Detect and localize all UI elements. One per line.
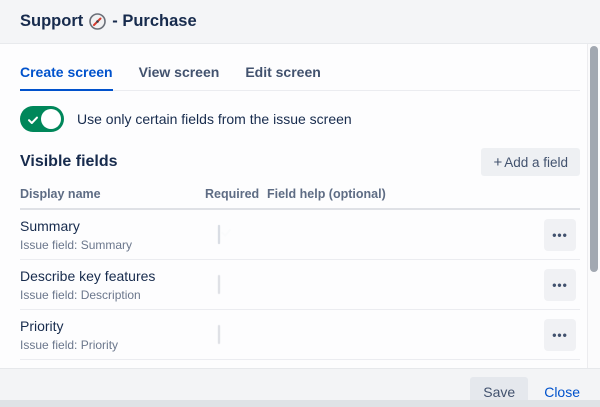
tab-view-screen[interactable]: View screen: [139, 60, 220, 91]
field-display-name: Priority: [20, 318, 205, 334]
plus-icon: +: [493, 154, 502, 171]
add-a-field-button[interactable]: + Add a field: [481, 148, 580, 176]
tab-edit-screen[interactable]: Edit screen: [245, 60, 320, 91]
required-checkbox[interactable]: [218, 225, 220, 244]
more-options-button[interactable]: •••: [544, 219, 576, 251]
compass-icon: [89, 13, 106, 30]
modal-body: Create screen View screen Edit screen Us…: [0, 44, 600, 368]
table-row-description: Describe key features Issue field: Descr…: [20, 260, 580, 310]
more-options-button[interactable]: •••: [544, 319, 576, 351]
request-form-modal: Support - Purchase Create screen View sc…: [0, 0, 600, 400]
screen-tabs: Create screen View screen Edit screen: [20, 60, 580, 91]
more-options-button[interactable]: •••: [544, 269, 576, 301]
field-issue-field: Issue field: Priority: [20, 338, 205, 352]
modal-footer: Save Close: [0, 368, 600, 400]
page-title-prefix: Support: [20, 12, 83, 31]
field-name-cell: Describe key features Issue field: Descr…: [20, 268, 205, 302]
save-button[interactable]: Save: [470, 377, 528, 401]
field-display-name: Summary: [20, 218, 205, 234]
check-icon: [27, 113, 39, 125]
required-checkbox[interactable]: [218, 325, 220, 344]
required-checkbox[interactable]: [218, 275, 220, 294]
col-field-help: Field help (optional): [267, 187, 544, 201]
field-issue-field: Issue field: Summary: [20, 238, 205, 252]
modal-header: Support - Purchase: [0, 0, 600, 44]
toggle-knob: [41, 109, 61, 129]
visible-fields-header: Visible fields + Add a field: [20, 148, 580, 176]
visible-fields-title: Visible fields: [20, 153, 118, 171]
col-display-name: Display name: [20, 187, 205, 201]
tab-create-screen[interactable]: Create screen: [20, 60, 113, 91]
table-row-priority: Priority Issue field: Priority •••: [20, 310, 580, 360]
table-row-summary: Summary Issue field: Summary •••: [20, 210, 580, 260]
fields-table-header: Display name Required Field help (option…: [20, 180, 580, 210]
use-certain-fields-toggle[interactable]: [20, 106, 64, 132]
scrollbar-track[interactable]: [587, 44, 600, 368]
table-row-attachment: Add a file •••: [20, 360, 580, 368]
field-display-name: Describe key features: [20, 268, 205, 284]
toggle-label: Use only certain fields from the issue s…: [77, 111, 352, 127]
scrollbar-thumb[interactable]: [590, 46, 598, 272]
field-issue-field: Issue field: Description: [20, 288, 205, 302]
field-name-cell: Summary Issue field: Summary: [20, 218, 205, 252]
col-required: Required: [205, 187, 267, 201]
page-title: Support - Purchase: [20, 12, 197, 31]
add-a-field-label: Add a field: [504, 155, 568, 170]
page-title-suffix: - Purchase: [112, 12, 196, 31]
field-name-cell: Priority Issue field: Priority: [20, 318, 205, 352]
close-link[interactable]: Close: [544, 384, 580, 400]
fields-toggle-row: Use only certain fields from the issue s…: [20, 106, 580, 132]
